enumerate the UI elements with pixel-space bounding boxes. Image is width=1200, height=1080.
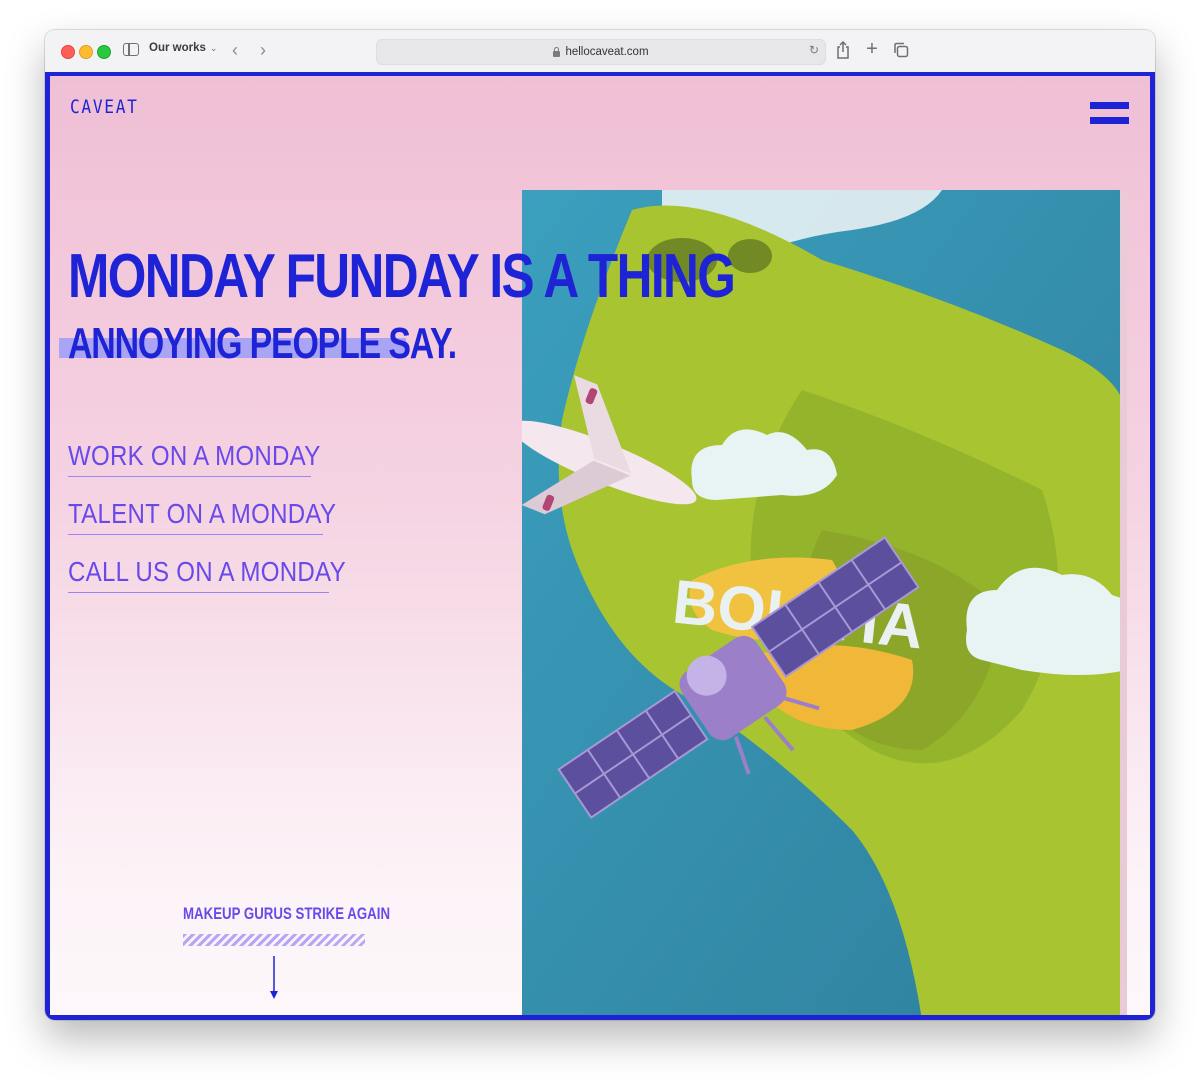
back-icon[interactable]: ‹ [225,40,245,60]
nav-link-contact[interactable]: CALL US ON A MONDAY [68,556,391,614]
arrow-down-icon[interactable] [269,956,279,1000]
nav-link-label: CALL US ON A MONDAY [68,556,346,587]
tabs-overview-icon[interactable] [893,42,909,58]
url-text: hellocaveat.com [565,46,649,58]
lock-icon [553,47,561,57]
page-subheadline: ANNOYING PEOPLE SAY. [68,319,457,368]
tab-title: Our works [149,42,206,54]
minimize-window-button[interactable] [79,45,93,59]
reload-icon[interactable]: ↻ [809,43,819,57]
nav-link-underline [68,592,329,593]
site-logo[interactable]: CAVEAT [70,96,139,118]
chevron-down-icon: ⌄ [209,42,218,53]
hero-video[interactable]: BOLIVIA [522,190,1127,1015]
forward-icon[interactable]: › [253,40,273,60]
browser-window: Our works ⌄ ‹ › hellocaveat.com ↻ + CAVE… [45,30,1155,1020]
nav-link-work[interactable]: WORK ON A MONDAY [68,440,391,498]
nav-link-talent[interactable]: TALENT ON A MONDAY [68,498,391,556]
new-tab-icon[interactable]: + [863,38,881,60]
nav-link-label: TALENT ON A MONDAY [68,498,337,529]
nav-link-underline [68,534,323,535]
featured-project-title: MAKEUP GURUS STRIKE AGAIN [183,904,391,923]
nav-link-underline [68,476,311,477]
featured-project-link[interactable]: MAKEUP GURUS STRIKE AGAIN [183,904,448,924]
browser-toolbar: Our works ⌄ ‹ › hellocaveat.com ↻ + [45,30,1155,73]
sidebar-icon[interactable] [123,43,139,56]
featured-project-stripe [183,934,365,946]
close-window-button[interactable] [61,45,75,59]
tab-group-selector[interactable]: Our works ⌄ [149,42,217,54]
nav-link-label: WORK ON A MONDAY [68,440,321,471]
hero-map-illustration: BOLIVIA [522,190,1127,1015]
address-bar[interactable]: hellocaveat.com ↻ [376,39,826,65]
primary-nav: WORK ON A MONDAY TALENT ON A MONDAY CALL… [68,440,391,614]
web-page: CAVEAT BOLIVIA [45,72,1155,1020]
share-icon[interactable] [835,41,851,59]
hamburger-menu-icon[interactable] [1090,100,1130,126]
zoom-window-button[interactable] [97,45,111,59]
page-headline: MONDAY FUNDAY IS A THING [68,242,736,311]
